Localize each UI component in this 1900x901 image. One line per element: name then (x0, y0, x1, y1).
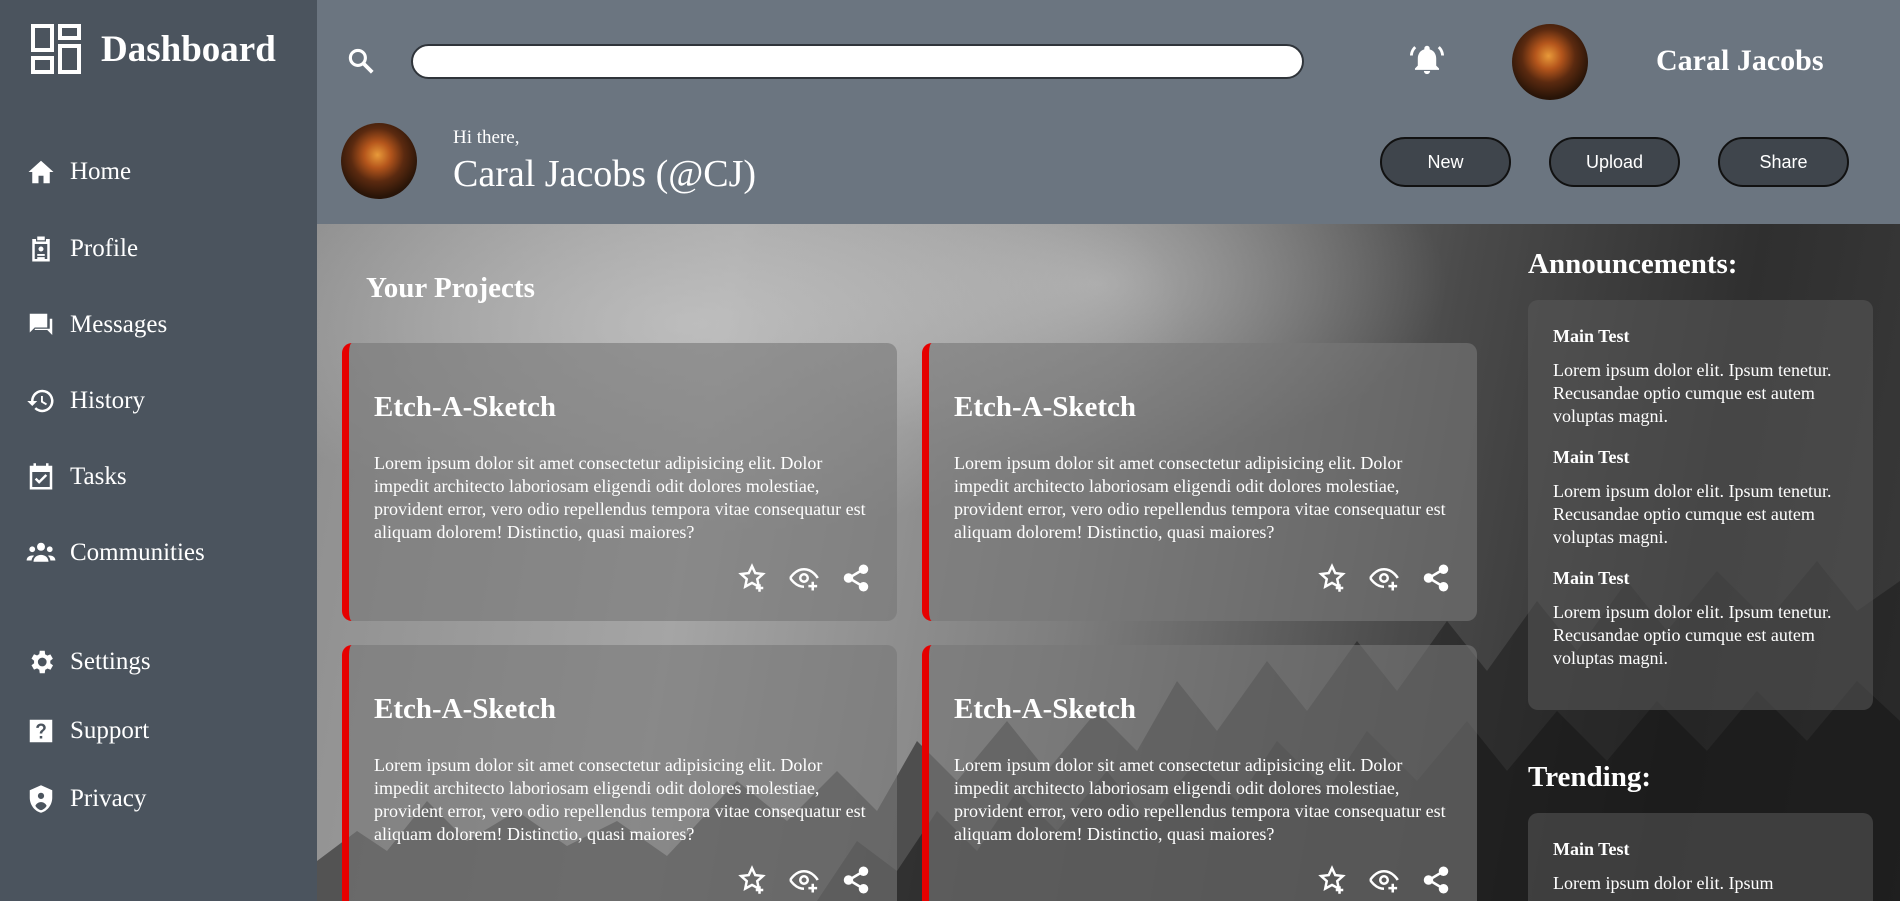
group-icon (26, 542, 56, 562)
announcement-body: Lorem ipsum dolor elit. Ipsum tenetur. R… (1553, 481, 1832, 547)
announcements-panel: Main Test Lorem ipsum dolor elit. Ipsum … (1528, 300, 1873, 710)
card-body: Lorem ipsum dolor sit amet consectetur a… (954, 755, 1446, 844)
upload-button[interactable]: Upload (1549, 137, 1680, 187)
project-card[interactable]: Etch-A-Sketch Lorem ipsum dolor sit amet… (342, 343, 897, 621)
card-title: Etch-A-Sketch (374, 391, 557, 423)
header-user-name[interactable]: Caral Jacobs (1656, 44, 1824, 78)
announcement-body: Lorem ipsum dolor elit. Ipsum tenetur. R… (1553, 602, 1832, 668)
star-add-icon[interactable] (1317, 865, 1347, 895)
share-icon[interactable] (1421, 563, 1451, 593)
star-add-icon[interactable] (1317, 563, 1347, 593)
announcement-item: Main Test Lorem ipsum dolor elit. Ipsum … (1553, 447, 1848, 549)
card-actions (1317, 865, 1451, 895)
projects-title: Your Projects (366, 272, 535, 304)
star-add-icon[interactable] (737, 865, 767, 895)
trending-item: Main Test Lorem ipsum dolor elit. Ipsum (1553, 839, 1848, 895)
dashboard-icon (31, 24, 81, 74)
announcement-item: Main Test Lorem ipsum dolor elit. Ipsum … (1553, 326, 1848, 428)
sidebar-item-label: Profile (70, 235, 139, 262)
project-card[interactable]: Etch-A-Sketch Lorem ipsum dolor sit amet… (342, 645, 897, 901)
announcement-title: Main Test (1553, 568, 1630, 588)
star-add-icon[interactable] (737, 563, 767, 593)
sidebar-item-label: Tasks (70, 463, 127, 490)
sidebar-item-label: Support (70, 717, 150, 744)
eye-add-icon[interactable] (1369, 865, 1399, 895)
card-body: Lorem ipsum dolor sit amet consectetur a… (374, 755, 866, 844)
search-icon[interactable] (346, 46, 376, 76)
card-title: Etch-A-Sketch (374, 693, 557, 725)
sidebar-item-home[interactable]: Home (26, 157, 131, 187)
sidebar-item-support[interactable]: Support (26, 716, 149, 746)
announcement-body: Lorem ipsum dolor elit. Ipsum tenetur. R… (1553, 360, 1832, 426)
shield-user-icon (29, 785, 53, 813)
sidebar-item-label: Settings (70, 648, 151, 675)
sidebar-item-label: Privacy (70, 785, 147, 812)
project-card[interactable]: Etch-A-Sketch Lorem ipsum dolor sit amet… (922, 645, 1477, 901)
brand[interactable]: Dashboard (31, 24, 276, 74)
announcement-title: Main Test (1553, 326, 1630, 346)
announcement-title: Main Test (1553, 447, 1630, 467)
calendar-check-icon (29, 463, 53, 490)
card-body: Lorem ipsum dolor sit amet consectetur a… (954, 453, 1446, 542)
sidebar-item-label: Messages (70, 311, 168, 338)
sidebar-item-privacy[interactable]: Privacy (26, 784, 146, 814)
greeting-text: Hi there, (453, 127, 520, 148)
bell-icon[interactable] (1410, 42, 1444, 78)
card-actions (737, 563, 871, 593)
sidebar-item-label: History (70, 387, 145, 414)
sidebar-item-profile[interactable]: Profile (26, 234, 138, 264)
gear-icon (31, 650, 53, 674)
eye-add-icon[interactable] (789, 563, 819, 593)
trending-panel: Main Test Lorem ipsum dolor elit. Ipsum (1528, 813, 1873, 901)
announcements-title: Announcements: (1528, 248, 1738, 280)
trending-item-title: Main Test (1553, 839, 1630, 859)
sidebar-item-history[interactable]: History (26, 386, 145, 416)
card-title: Etch-A-Sketch (954, 693, 1137, 725)
avatar[interactable] (1512, 24, 1588, 100)
sidebar-item-tasks[interactable]: Tasks (26, 462, 127, 492)
brand-title: Dashboard (101, 28, 276, 70)
share-icon[interactable] (841, 563, 871, 593)
card-actions (737, 865, 871, 895)
new-button[interactable]: New (1380, 137, 1511, 187)
trending-item-body: Lorem ipsum dolor elit. Ipsum (1553, 873, 1774, 893)
id-badge-icon (32, 236, 50, 262)
share-button[interactable]: Share (1718, 137, 1849, 187)
home-icon (28, 160, 54, 184)
search-input[interactable] (411, 44, 1304, 79)
sidebar-item-settings[interactable]: Settings (26, 647, 151, 677)
sidebar-item-messages[interactable]: Messages (26, 310, 167, 340)
share-icon[interactable] (841, 865, 871, 895)
history-icon (27, 389, 54, 413)
chat-icon (29, 313, 53, 335)
greeting-name: Caral Jacobs (@CJ) (453, 153, 757, 195)
card-title: Etch-A-Sketch (954, 391, 1137, 423)
sidebar-item-communities[interactable]: Communities (26, 538, 205, 568)
card-actions (1317, 563, 1451, 593)
greeting-avatar (341, 123, 417, 199)
sidebar: Dashboard Home Profile Messages History … (0, 0, 317, 901)
project-card[interactable]: Etch-A-Sketch Lorem ipsum dolor sit amet… (922, 343, 1477, 621)
sidebar-item-label: Communities (70, 539, 205, 566)
help-icon (29, 719, 53, 743)
announcement-item: Main Test Lorem ipsum dolor elit. Ipsum … (1553, 568, 1848, 670)
share-icon[interactable] (1421, 865, 1451, 895)
eye-add-icon[interactable] (1369, 563, 1399, 593)
trending-title: Trending: (1528, 761, 1652, 793)
sidebar-item-label: Home (70, 158, 132, 185)
card-body: Lorem ipsum dolor sit amet consectetur a… (374, 453, 866, 542)
eye-add-icon[interactable] (789, 865, 819, 895)
